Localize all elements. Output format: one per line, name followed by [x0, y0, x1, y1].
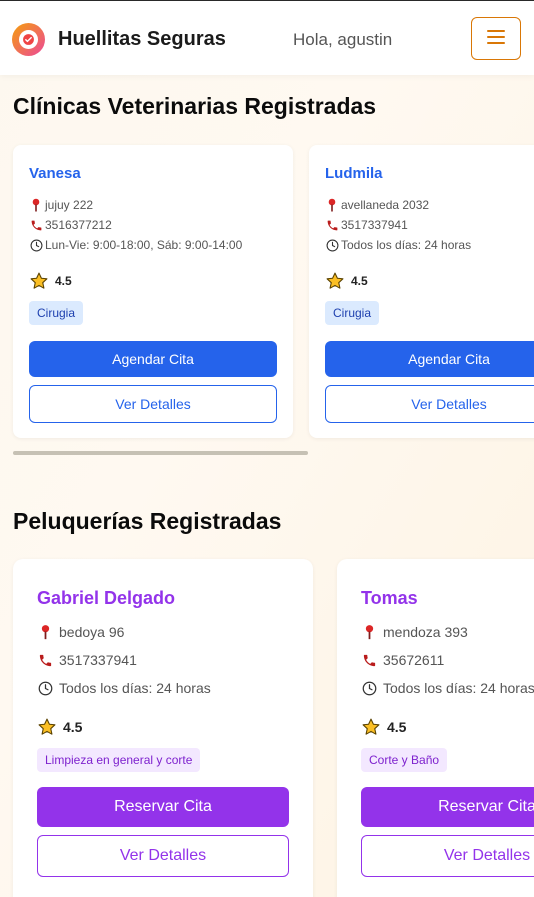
book-appointment-button[interactable]: Reservar Cita — [37, 787, 289, 827]
phone-icon — [37, 652, 53, 668]
view-details-button[interactable]: Ver Detalles — [29, 385, 277, 423]
clinics-section-title: Clínicas Veterinarias Registradas — [13, 93, 377, 119]
schedule-appointment-button[interactable]: Agendar Cita — [29, 341, 277, 377]
star-icon — [29, 271, 49, 291]
phone-icon — [325, 218, 339, 232]
map-pin-icon — [361, 624, 377, 640]
user-greeting: Hola, agustin — [293, 30, 393, 49]
page: Huellitas Seguras Hola, agustin Clínicas… — [0, 0, 534, 897]
rating: 4.5 — [325, 271, 368, 291]
clock-icon — [361, 680, 377, 696]
groomer-card: Tomas mendoza 393 35672611 Todos los día… — [337, 559, 534, 897]
groomer-address: mendoza 393 — [361, 624, 468, 640]
clinic-hours: Lun-Vie: 9:00-18:00, Sáb: 9:00-14:00 — [29, 238, 242, 252]
view-details-button[interactable]: Ver Detalles — [325, 385, 534, 423]
rating: 4.5 — [361, 717, 406, 737]
groomer-phone: 35672611 — [361, 652, 444, 668]
phone-text: 3516377212 — [45, 218, 112, 232]
rating-value: 4.5 — [351, 274, 368, 288]
groomer-address: bedoya 96 — [37, 624, 124, 640]
address-text: mendoza 393 — [383, 624, 468, 640]
hours-text: Todos los días: 24 horas — [341, 238, 472, 252]
rating: 4.5 — [37, 717, 82, 737]
brand-name[interactable]: Huellitas Seguras — [58, 28, 226, 51]
app-header: Huellitas Seguras Hola, agustin — [0, 1, 534, 75]
clinic-card: Vanesa jujuy 222 3516377212 Lun-Vie: 9:0… — [13, 145, 293, 438]
hamburger-icon — [486, 29, 506, 48]
clinic-phone: 3517337941 — [325, 218, 408, 232]
clinic-address: avellaneda 2032 — [325, 198, 429, 212]
star-icon — [361, 717, 381, 737]
phone-text: 35672611 — [383, 652, 445, 668]
view-details-button[interactable]: Ver Detalles — [37, 835, 289, 877]
horizontal-scrollbar[interactable] — [13, 451, 308, 455]
clinic-name[interactable]: Vanesa — [29, 165, 81, 182]
service-tag: Cirugia — [29, 301, 84, 325]
groomer-phone: 3517337941 — [37, 652, 137, 668]
groomers-section-title: Peluquerías Registradas — [13, 508, 282, 534]
phone-text: 3517337941 — [59, 652, 137, 668]
groomer-name[interactable]: Gabriel Delgado — [37, 588, 175, 609]
phone-icon — [361, 652, 377, 668]
phone-icon — [29, 218, 43, 232]
service-tag: Corte y Baño — [361, 748, 448, 772]
groomer-card: Gabriel Delgado bedoya 96 3517337941 Tod… — [13, 559, 313, 897]
service-tag: Cirugia — [325, 301, 380, 325]
phone-text: 3517337941 — [341, 218, 408, 232]
rating: 4.5 — [29, 271, 72, 291]
rating-value: 4.5 — [55, 274, 72, 288]
clock-icon — [37, 680, 53, 696]
star-icon — [37, 717, 57, 737]
clinic-card: Ludmila avellaneda 2032 3517337941 Todos… — [309, 145, 534, 438]
rating-value: 4.5 — [63, 719, 83, 735]
logo[interactable] — [12, 23, 45, 56]
groomer-name[interactable]: Tomas — [361, 588, 418, 609]
map-pin-icon — [37, 624, 53, 640]
address-text: avellaneda 2032 — [341, 198, 430, 212]
clinic-hours: Todos los días: 24 horas — [325, 238, 471, 252]
clinic-name[interactable]: Ludmila — [325, 165, 383, 182]
clock-icon — [325, 238, 339, 252]
clinic-address: jujuy 222 — [29, 198, 93, 212]
service-tag: Limpieza en general y corte — [37, 748, 201, 772]
map-pin-icon — [29, 198, 43, 212]
groomer-hours: Todos los días: 24 horas — [37, 680, 211, 696]
menu-button[interactable] — [471, 17, 521, 60]
hours-text: Todos los días: 24 horas — [59, 680, 211, 696]
map-pin-icon — [325, 198, 339, 212]
view-details-button[interactable]: Ver Detalles — [361, 835, 534, 877]
hours-text: Todos los días: 24 horas — [383, 680, 534, 696]
groomer-hours: Todos los días: 24 horas — [361, 680, 534, 696]
star-icon — [325, 271, 345, 291]
book-appointment-button[interactable]: Reservar Cita — [361, 787, 534, 827]
clock-icon — [29, 238, 43, 252]
clinic-phone: 3516377212 — [29, 218, 112, 232]
address-text: bedoya 96 — [59, 624, 125, 640]
rating-value: 4.5 — [387, 719, 407, 735]
schedule-appointment-button[interactable]: Agendar Cita — [325, 341, 534, 377]
address-text: jujuy 222 — [45, 198, 94, 212]
check-circle-icon — [19, 30, 38, 49]
hours-text: Lun-Vie: 9:00-18:00, Sáb: 9:00-14:00 — [45, 238, 243, 252]
